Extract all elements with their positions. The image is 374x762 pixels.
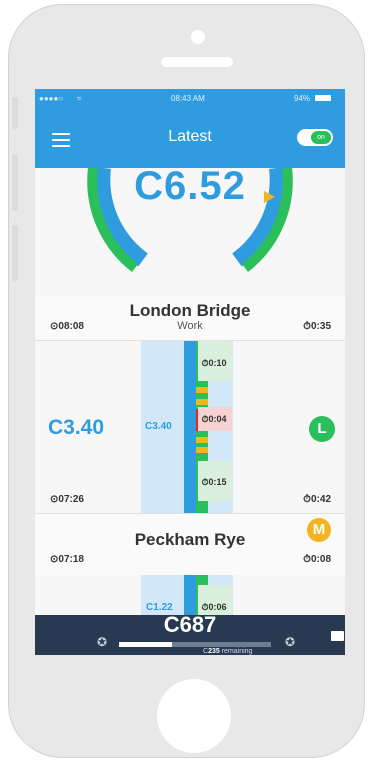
fare-total: C6.52: [134, 164, 246, 208]
station-name: Peckham Rye: [134, 530, 246, 549]
clock: 08:43 AM: [171, 94, 205, 103]
line-bar-blue: [184, 341, 196, 513]
depart-time: ⊙08:08: [50, 321, 84, 332]
medal-icon: ✪: [284, 635, 296, 649]
app-header: ●●●●○ ≈ 08:43 AM 94% Latest on: [35, 89, 345, 168]
battery-icon: [315, 95, 331, 101]
line-bar-blue: [184, 575, 196, 615]
segment-duration: ⏱0:04: [201, 414, 227, 424]
journey-duration: ⏱0:42: [303, 494, 331, 505]
toggle-label: on: [311, 131, 331, 144]
volume-up-button: [12, 155, 18, 211]
delay-marker: [196, 387, 208, 393]
wifi-icon: ≈: [77, 94, 82, 103]
station-time: ⊙07:18: [50, 554, 84, 565]
journey-fare: C3.40: [48, 416, 105, 439]
volume-down-button: [12, 225, 18, 281]
progress-fill: [119, 642, 173, 647]
balance-progress: [119, 642, 271, 647]
station-duration: ⏱0:08: [303, 554, 331, 565]
tracking-toggle[interactable]: on: [297, 129, 333, 146]
segment-duration: ⏱0:10: [201, 358, 227, 368]
signal-indicator: ●●●●○: [39, 94, 64, 103]
camera-icon: [191, 30, 205, 44]
journey-detail[interactable]: C1.22 ⏱0:06: [35, 575, 345, 615]
home-button[interactable]: [157, 679, 231, 753]
journey-detail[interactable]: C3.40 C3.40 ⏱0:10 ⏱0:04 ⏱0:15 ⊙07:26 ⏱0:…: [35, 341, 345, 513]
exit-icon[interactable]: [331, 631, 344, 641]
trip-summary[interactable]: London Bridge Work ⊙08:08 ⏱0:35: [35, 297, 345, 341]
speaker-grille: [161, 57, 233, 67]
station-name: London Bridge: [129, 301, 251, 320]
medal-icon: ✪: [96, 635, 108, 649]
battery-percent: 94%: [294, 94, 311, 103]
app-screen: ●●●●○ ≈ 08:43 AM 94% Latest on C6.52 Lon…: [35, 89, 345, 655]
lane-fare: C3.40: [145, 421, 172, 432]
remaining-label: C235 remaining: [203, 648, 253, 655]
segment-duration: ⏱0:15: [201, 477, 227, 487]
delay-marker: [196, 437, 208, 443]
balance-total: C687: [163, 612, 217, 637]
balance-bar: C687 ✪ ✪ C235 remaining: [35, 612, 345, 655]
mute-switch: [12, 97, 18, 129]
journey-start-time: ⊙07:26: [50, 494, 84, 505]
delay-marker: [196, 447, 208, 453]
station-row[interactable]: Peckham Rye ⊙07:18 ⏱0:08 M: [35, 513, 345, 576]
delay-marker: [196, 399, 208, 405]
trip-duration: ⏱0:35: [303, 321, 331, 332]
line-badge-icon: M: [307, 518, 331, 542]
line-badge-icon: L: [309, 416, 335, 442]
